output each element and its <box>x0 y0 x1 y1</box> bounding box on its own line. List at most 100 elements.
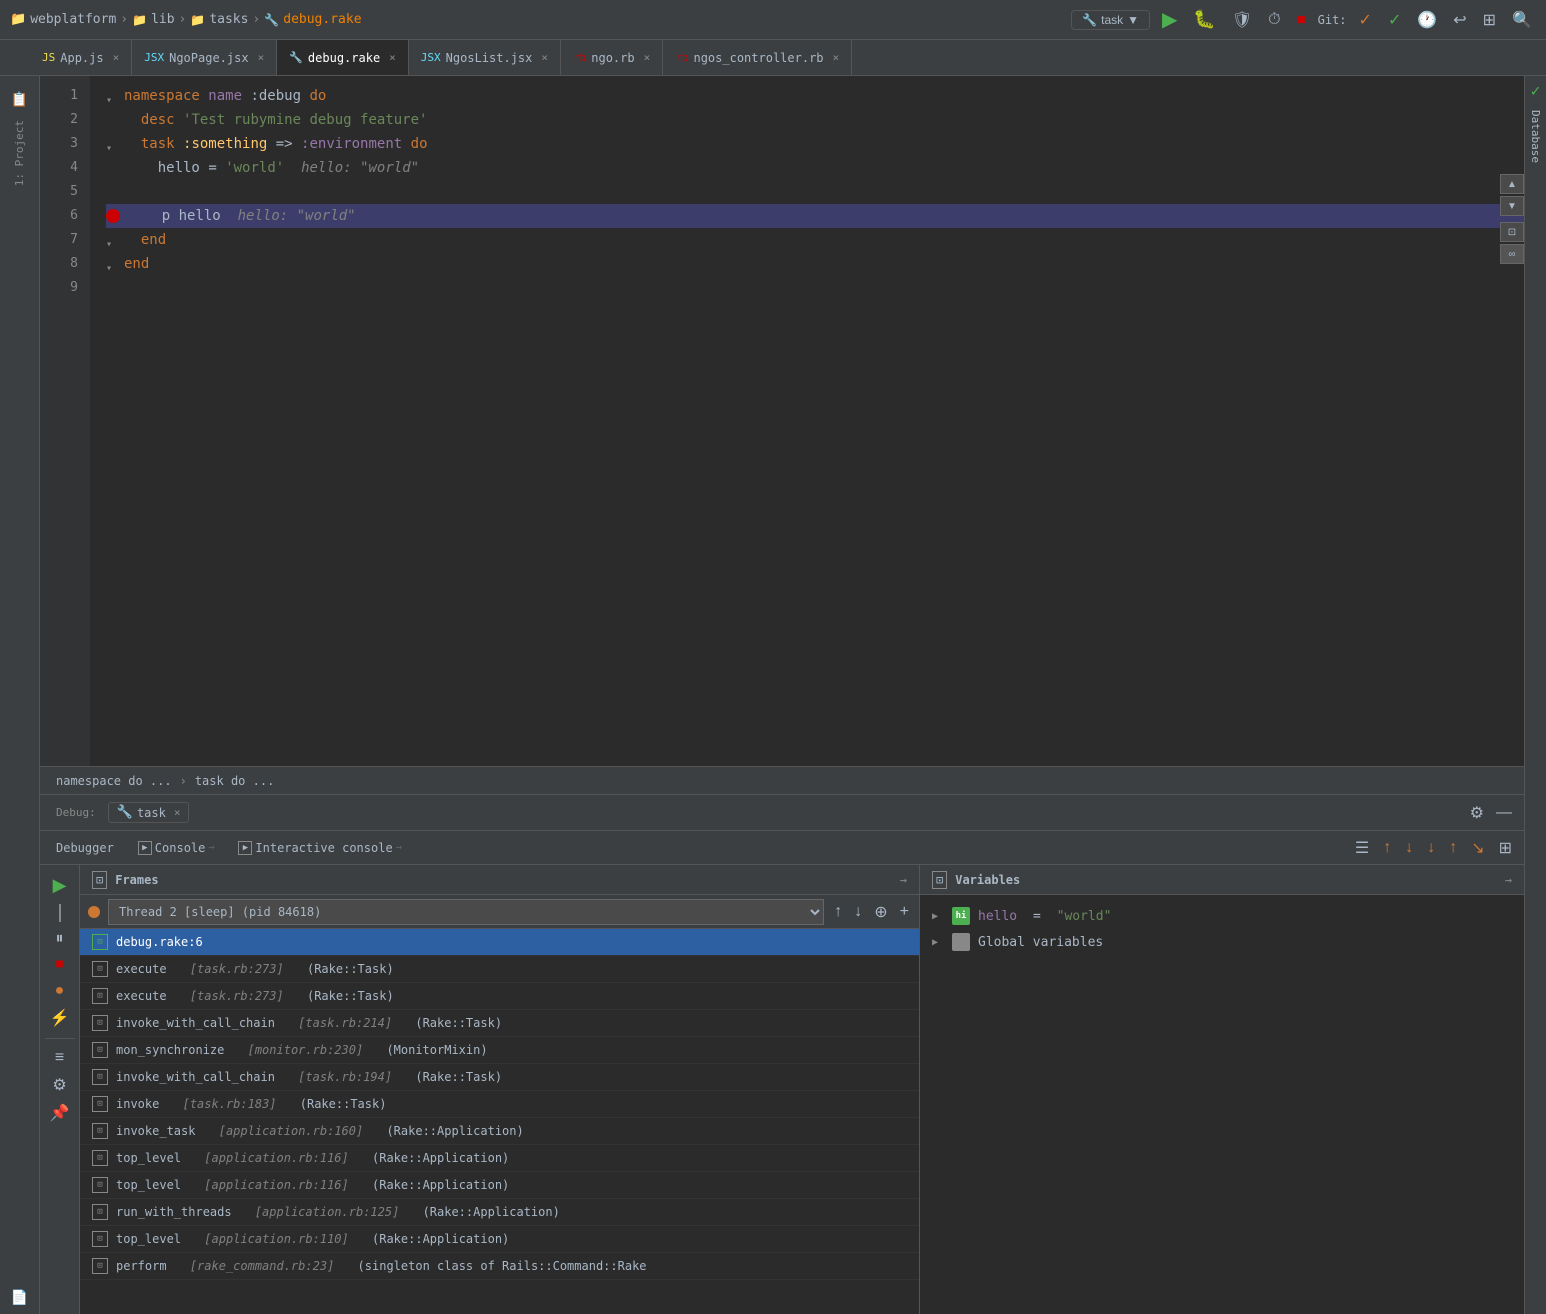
tab-app-js[interactable]: JS App.js × <box>30 40 132 75</box>
thread-filter-btn[interactable]: ⊕ <box>872 900 889 924</box>
tab-ngopage-jsx[interactable]: JSX NgoPage.jsx × <box>132 40 277 75</box>
fold-icon-8[interactable]: ▾ <box>106 257 120 271</box>
frame-item-3[interactable]: ⊡ execute [task.rb:273] (Rake::Task) <box>80 983 919 1010</box>
pin-btn[interactable]: 📌 <box>46 1101 74 1125</box>
var-eq-hello: = <box>1025 909 1048 924</box>
debug-session-close[interactable]: × <box>174 806 181 819</box>
stop-button[interactable]: ⏹ <box>1293 7 1310 32</box>
code-line-3: ▾ task :something => :environment do <box>106 132 1524 156</box>
fold-icon-1[interactable]: ▾ <box>106 89 120 103</box>
debugger-tab[interactable]: Debugger <box>48 837 122 859</box>
resume-debug-btn[interactable]: ▶ <box>49 873 71 898</box>
frame-class-5: (MonitorMixin) <box>386 1043 487 1057</box>
var-expand-global[interactable]: ▶ <box>932 937 944 948</box>
breadcrumb-webplatform[interactable]: webplatform <box>30 12 116 27</box>
resume-button[interactable]: ☰ <box>1351 836 1373 860</box>
breadcrumb-file[interactable]: debug.rake <box>283 12 361 27</box>
frame-item-11[interactable]: ⊡ run_with_threads [application.rb:125] … <box>80 1199 919 1226</box>
frame-icon-13: ⊡ <box>92 1258 108 1274</box>
frames-expand-btn[interactable]: → <box>900 873 907 887</box>
tab-close-ngopage[interactable]: × <box>258 51 265 64</box>
sidebar-project-label[interactable]: 1: Project <box>13 120 26 186</box>
play-button[interactable]: ▶ <box>1158 5 1181 34</box>
tab-close-debug-rake[interactable]: × <box>389 51 396 64</box>
thread-add-btn[interactable]: + <box>898 901 911 923</box>
profile-button[interactable]: ⏱ <box>1264 9 1284 31</box>
fold-icon-7[interactable]: ▾ <box>106 233 120 247</box>
mute-btn[interactable]: ⚡ <box>46 1006 74 1030</box>
coverage-button[interactable]: 🛡 <box>1228 8 1256 32</box>
step-into-button[interactable]: ↓ <box>1401 836 1417 860</box>
tab-ngos-controller-rb[interactable]: rb ngos_controller.rb × <box>663 40 852 75</box>
step-over-up[interactable]: ↑ <box>1379 836 1395 860</box>
breadcrumb-task[interactable]: task do ... <box>195 774 274 788</box>
var-item-global[interactable]: ▶ Global variables <box>920 929 1524 955</box>
var-item-hello[interactable]: ▶ hi hello = "world" <box>920 903 1524 929</box>
frame-file-5: [monitor.rb:230] <box>248 1043 364 1057</box>
frame-name-7: invoke <box>116 1097 159 1111</box>
git-history-button[interactable]: 🕐 <box>1413 8 1441 32</box>
fold-icon-3[interactable]: ▾ <box>106 137 120 151</box>
settings-button[interactable]: ⚙ <box>1466 801 1488 825</box>
git-check2-button[interactable]: ✓ <box>1384 8 1405 32</box>
debug-session-tab[interactable]: 🔧 task × <box>108 802 190 823</box>
run-icon: 🔧 <box>1082 13 1097 27</box>
tab-icon-rb2: rb <box>675 51 688 64</box>
git-check-button[interactable]: ✓ <box>1355 8 1376 32</box>
frame-item-8[interactable]: ⊡ invoke_task [application.rb:160] (Rake… <box>80 1118 919 1145</box>
tab-close-ngos-controller[interactable]: × <box>833 51 840 64</box>
settings-debug-btn[interactable]: ⚙ <box>48 1073 70 1097</box>
frames-btn[interactable]: ≡ <box>51 1047 68 1069</box>
frame-item-1[interactable]: ⊡ debug.rake:6 <box>80 929 919 956</box>
tab-label-app-js: App.js <box>60 51 103 65</box>
editor-area[interactable]: 1 2 3 4 5 6 7 8 9 ▾ namespace name <box>40 76 1524 766</box>
right-sidebar-label[interactable]: Database <box>1529 110 1542 163</box>
frame-item-2[interactable]: ⊡ execute [task.rb:273] (Rake::Task) <box>80 956 919 983</box>
git-rollback-button[interactable]: ↩ <box>1449 8 1470 32</box>
tab-close-ngoslist[interactable]: × <box>541 51 548 64</box>
frame-item-5[interactable]: ⊡ mon_synchronize [monitor.rb:230] (Moni… <box>80 1037 919 1064</box>
frame-file-2: [task.rb:273] <box>190 962 284 976</box>
run-button[interactable]: 🔧 task ▼ <box>1071 10 1150 30</box>
variables-icon: ⊡ <box>932 871 947 889</box>
step-out-button[interactable]: ↓ <box>1423 836 1439 860</box>
interactive-console-tab[interactable]: ▶ Interactive console → <box>230 837 409 859</box>
frame-item-13[interactable]: ⊡ perform [rake_command.rb:23] (singleto… <box>80 1253 919 1280</box>
stop-debug-btn[interactable]: ⏹ <box>51 954 67 976</box>
thread-select[interactable]: Thread 2 [sleep] (pid 84618) <box>108 899 824 925</box>
frame-item-4[interactable]: ⊡ invoke_with_call_chain [task.rb:214] (… <box>80 1010 919 1037</box>
debug-button[interactable]: 🐛 <box>1189 7 1219 32</box>
search-button[interactable]: 🔍 <box>1508 8 1536 32</box>
breakpoint-6[interactable] <box>106 209 120 223</box>
var-expand-hello[interactable]: ▶ <box>932 911 944 922</box>
console-tab[interactable]: ▶ Console → <box>130 837 223 859</box>
minimize-button[interactable]: — <box>1492 802 1516 824</box>
tab-debug-rake[interactable]: 🔧 debug.rake × <box>277 40 409 75</box>
variables-expand-btn[interactable]: → <box>1505 873 1512 887</box>
layout-button[interactable]: ⊞ <box>1479 8 1500 32</box>
tab-ngoslist-jsx[interactable]: JSX NgosList.jsx × <box>409 40 561 75</box>
editor-container: 1 2 3 4 5 6 7 8 9 ▾ namespace name <box>40 76 1524 1314</box>
sidebar-project-icon[interactable]: 📋 <box>4 84 36 116</box>
run-to-cursor[interactable]: ↘ <box>1467 836 1488 860</box>
frame-class-7: (Rake::Task) <box>300 1097 387 1111</box>
tab-ngo-rb[interactable]: rb ngo.rb × <box>561 40 663 75</box>
frame-item-6[interactable]: ⊡ invoke_with_call_chain [task.rb:194] (… <box>80 1064 919 1091</box>
view-vars-button[interactable]: ⊞ <box>1495 836 1516 860</box>
sidebar-extra-icon[interactable]: 📄 <box>4 1282 36 1314</box>
frame-item-10[interactable]: ⊡ top_level [application.rb:116] (Rake::… <box>80 1172 919 1199</box>
frame-item-7[interactable]: ⊡ invoke [task.rb:183] (Rake::Task) <box>80 1091 919 1118</box>
rerun-btn[interactable]: ● <box>51 980 69 1002</box>
tab-close-app-js[interactable]: × <box>113 51 120 64</box>
frame-item-9[interactable]: ⊡ top_level [application.rb:116] (Rake::… <box>80 1145 919 1172</box>
thread-up-btn[interactable]: ↑ <box>832 901 844 923</box>
pause-btn[interactable]: ⏸ <box>51 928 67 950</box>
breadcrumb-tasks[interactable]: tasks <box>209 12 248 27</box>
thread-down-btn[interactable]: ↓ <box>852 901 864 923</box>
frame-item-12[interactable]: ⊡ top_level [application.rb:110] (Rake::… <box>80 1226 919 1253</box>
step-back-button[interactable]: ↑ <box>1445 836 1461 860</box>
breadcrumb-namespace[interactable]: namespace do ... <box>56 774 172 788</box>
debug-session-icon: 🔧 <box>117 805 133 820</box>
breadcrumb-lib[interactable]: lib <box>151 12 174 27</box>
tab-close-ngo-rb[interactable]: × <box>644 51 651 64</box>
